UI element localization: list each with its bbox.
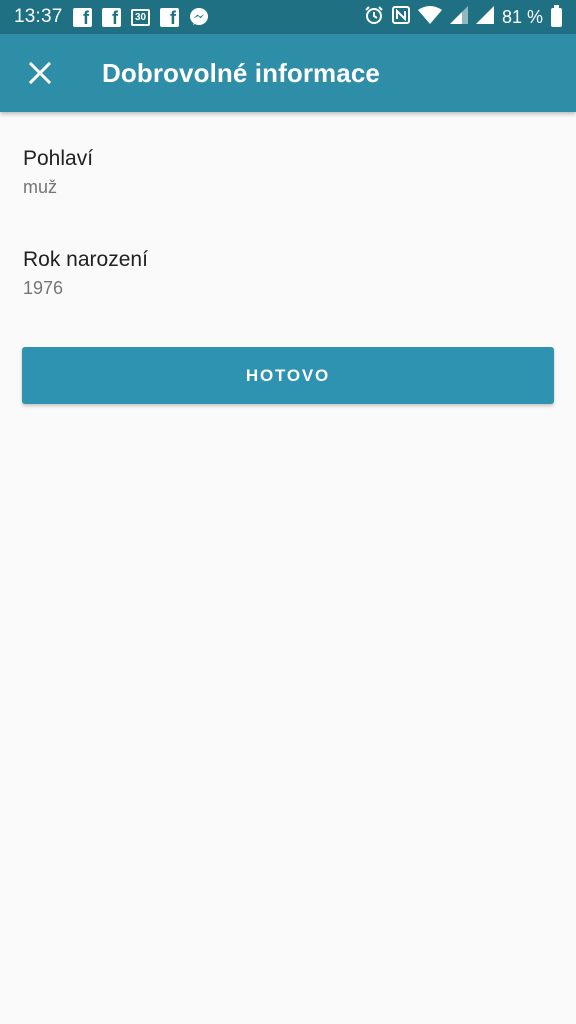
gender-value: muž <box>23 177 58 197</box>
signal-icon <box>449 5 468 29</box>
alarm-icon <box>364 5 384 30</box>
calendar-day: 30 <box>131 8 151 26</box>
gender-field[interactable]: Pohlaví muž <box>23 147 93 198</box>
battery-icon <box>551 4 562 27</box>
birth-year-label: Rok narození <box>23 248 148 271</box>
close-icon <box>28 61 52 85</box>
messenger-icon <box>189 7 209 27</box>
facebook-icon <box>73 7 93 29</box>
notification-icons: 30 <box>73 7 209 29</box>
birth-year-value: 1976 <box>23 278 64 298</box>
facebook-icon <box>160 7 180 29</box>
app-bar: Dobrovolné informace <box>0 34 576 112</box>
gender-label: Pohlaví <box>23 147 94 170</box>
status-time: 13:37 <box>14 6 63 27</box>
birth-year-field[interactable]: Rok narození 1976 <box>23 248 148 299</box>
done-button[interactable]: HOTOVO <box>22 347 554 404</box>
signal-icon <box>475 5 494 29</box>
status-bar: 13:37 30 <box>0 0 576 34</box>
close-button[interactable] <box>12 45 68 101</box>
calendar-icon: 30 <box>131 7 151 27</box>
battery-percent: 81 % <box>501 6 543 27</box>
facebook-icon <box>102 7 122 29</box>
system-status: 81 % <box>364 4 562 30</box>
nfc-icon <box>391 5 410 29</box>
page-title: Dobrovolné informace <box>102 57 380 88</box>
wifi-icon <box>417 5 442 29</box>
